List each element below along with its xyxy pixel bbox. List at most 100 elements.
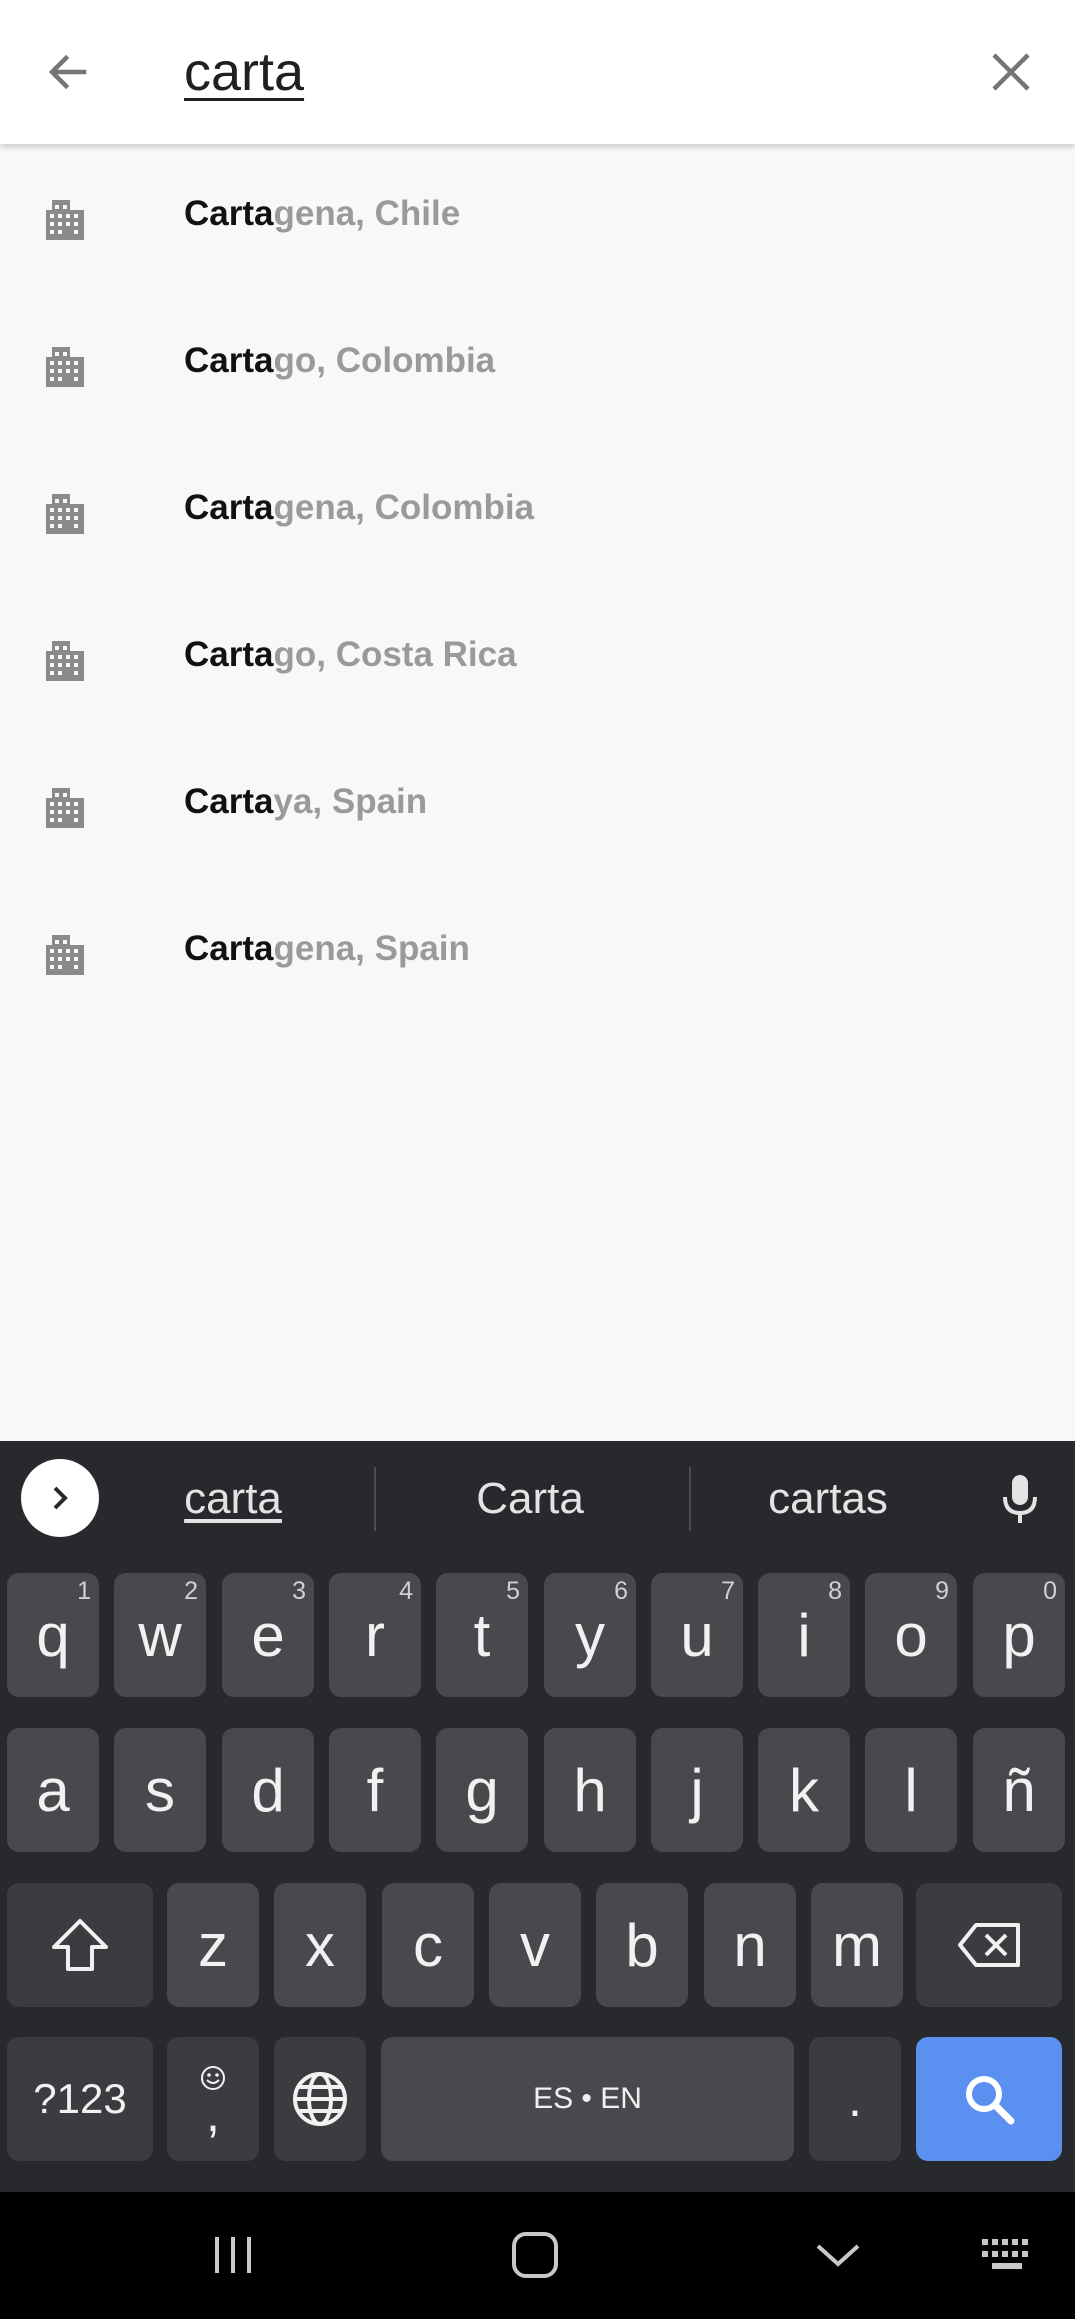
recent-apps-icon bbox=[215, 2237, 251, 2273]
suggestion-3[interactable]: cartas bbox=[728, 1471, 928, 1527]
result-item[interactable]: Cartago, Colombia bbox=[0, 291, 1075, 438]
key-label: r bbox=[365, 1601, 385, 1669]
key-hint: 3 bbox=[292, 1577, 306, 1605]
shift-arrow-icon bbox=[52, 1919, 108, 1971]
result-match-text: Carta bbox=[184, 782, 274, 821]
result-rest-text: ya, Spain bbox=[273, 782, 428, 821]
globe-icon bbox=[293, 2072, 347, 2126]
key-g[interactable]: g bbox=[436, 1728, 528, 1852]
arrow-left-icon bbox=[48, 54, 87, 90]
key-x[interactable]: x bbox=[274, 1883, 366, 2007]
result-match-text: Carta bbox=[184, 194, 274, 233]
comma-emoji-key[interactable]: , bbox=[167, 2037, 259, 2161]
result-rest-text: gena, Spain bbox=[273, 929, 470, 968]
key-c[interactable]: c bbox=[382, 1883, 474, 2007]
voice-input-button[interactable] bbox=[990, 1465, 1050, 1533]
key-h[interactable]: h bbox=[544, 1728, 636, 1852]
result-label: Cartago, Costa Rica bbox=[184, 635, 517, 675]
search-key[interactable] bbox=[916, 2037, 1062, 2161]
key-a[interactable]: a bbox=[7, 1728, 99, 1852]
result-match-text: Carta bbox=[184, 929, 274, 968]
key-k[interactable]: k bbox=[758, 1728, 850, 1852]
key-label: q bbox=[36, 1601, 70, 1669]
key-n[interactable]: n bbox=[704, 1883, 796, 2007]
key-label: p bbox=[1002, 1601, 1036, 1669]
key-s[interactable]: s bbox=[114, 1728, 206, 1852]
key-l[interactable]: l bbox=[865, 1728, 957, 1852]
system-nav-bar bbox=[0, 2192, 1075, 2319]
suggestion-1[interactable]: carta bbox=[133, 1471, 333, 1527]
key-r[interactable]: r4 bbox=[329, 1573, 421, 1697]
key-v[interactable]: v bbox=[489, 1883, 581, 2007]
keyboard-icon bbox=[982, 2239, 1028, 2269]
result-rest-text: gena, Colombia bbox=[273, 488, 535, 527]
key-hint: 7 bbox=[721, 1577, 735, 1605]
shift-key[interactable] bbox=[7, 1883, 153, 2007]
results-list: Cartagena, Chile Cartago, Colombia Carta… bbox=[0, 144, 1075, 1026]
hide-keyboard-button[interactable] bbox=[793, 2220, 883, 2290]
city-buildings-icon bbox=[46, 935, 84, 975]
result-label: Cartagena, Chile bbox=[184, 194, 460, 234]
suggestion-divider bbox=[374, 1467, 376, 1531]
search-icon bbox=[966, 2076, 1015, 2125]
comma-label: , bbox=[206, 2086, 220, 2142]
key-b[interactable]: b bbox=[596, 1883, 688, 2007]
backspace-key[interactable] bbox=[916, 1883, 1062, 2007]
city-buildings-icon bbox=[46, 641, 84, 681]
key-e[interactable]: e3 bbox=[222, 1573, 314, 1697]
result-item[interactable]: Cartagena, Spain bbox=[0, 879, 1075, 1026]
suggestion-2[interactable]: Carta bbox=[430, 1471, 630, 1527]
result-label: Cartaya, Spain bbox=[184, 782, 427, 822]
key-z[interactable]: z bbox=[167, 1883, 259, 2007]
key-hint: 6 bbox=[614, 1577, 628, 1605]
key-ñ[interactable]: ñ bbox=[973, 1728, 1065, 1852]
chevron-down-icon bbox=[816, 2244, 860, 2267]
space-key[interactable]: ES • EN bbox=[381, 2037, 794, 2161]
search-input[interactable]: carta bbox=[184, 36, 304, 108]
key-d[interactable]: d bbox=[222, 1728, 314, 1852]
result-label: Cartago, Colombia bbox=[184, 341, 495, 381]
key-w[interactable]: w2 bbox=[114, 1573, 206, 1697]
home-button[interactable] bbox=[490, 2220, 580, 2290]
key-t[interactable]: t5 bbox=[436, 1573, 528, 1697]
key-q[interactable]: q1 bbox=[7, 1573, 99, 1697]
result-item[interactable]: Cartagena, Chile bbox=[0, 144, 1075, 291]
result-item[interactable]: Cartagena, Colombia bbox=[0, 438, 1075, 585]
clear-button[interactable] bbox=[971, 32, 1051, 112]
backspace-icon bbox=[958, 1923, 1020, 1967]
city-buildings-icon bbox=[46, 347, 84, 387]
keyboard-switcher-button[interactable] bbox=[962, 2220, 1052, 2290]
key-i[interactable]: i8 bbox=[758, 1573, 850, 1697]
result-item[interactable]: Cartago, Costa Rica bbox=[0, 585, 1075, 732]
key-j[interactable]: j bbox=[651, 1728, 743, 1852]
key-hint: 8 bbox=[828, 1577, 842, 1605]
suggestion-divider bbox=[689, 1467, 691, 1531]
key-p[interactable]: p0 bbox=[973, 1573, 1065, 1697]
key-u[interactable]: u7 bbox=[651, 1573, 743, 1697]
key-hint: 9 bbox=[935, 1577, 949, 1605]
result-label: Cartagena, Colombia bbox=[184, 488, 534, 528]
microphone-icon bbox=[1003, 1475, 1037, 1523]
soft-keyboard: carta Carta cartas ?123 , ES • EN . q 1 … bbox=[0, 1441, 1075, 2192]
key-label: t bbox=[473, 1601, 491, 1669]
back-button[interactable] bbox=[28, 32, 108, 112]
key-hint: 4 bbox=[399, 1577, 413, 1605]
recent-apps-button[interactable] bbox=[188, 2220, 278, 2290]
key-hint: 2 bbox=[184, 1577, 198, 1605]
key-y[interactable]: y6 bbox=[544, 1573, 636, 1697]
key-m[interactable]: m bbox=[811, 1883, 903, 2007]
result-rest-text: go, Costa Rica bbox=[273, 635, 517, 674]
key-o[interactable]: o9 bbox=[865, 1573, 957, 1697]
key-f[interactable]: f bbox=[329, 1728, 421, 1852]
period-key[interactable]: . bbox=[809, 2037, 901, 2161]
city-buildings-icon bbox=[46, 494, 84, 534]
toolbar-expand-button[interactable] bbox=[21, 1459, 99, 1537]
language-key[interactable] bbox=[274, 2037, 366, 2161]
suggestion-bar: carta Carta cartas bbox=[0, 1441, 1075, 1556]
result-item[interactable]: Cartaya, Spain bbox=[0, 732, 1075, 879]
symbols-key[interactable]: ?123 bbox=[7, 2037, 153, 2161]
key-label: y bbox=[575, 1601, 605, 1669]
key-label: i bbox=[797, 1601, 811, 1669]
key-hint: 1 bbox=[77, 1577, 91, 1605]
search-header: carta bbox=[0, 0, 1075, 144]
